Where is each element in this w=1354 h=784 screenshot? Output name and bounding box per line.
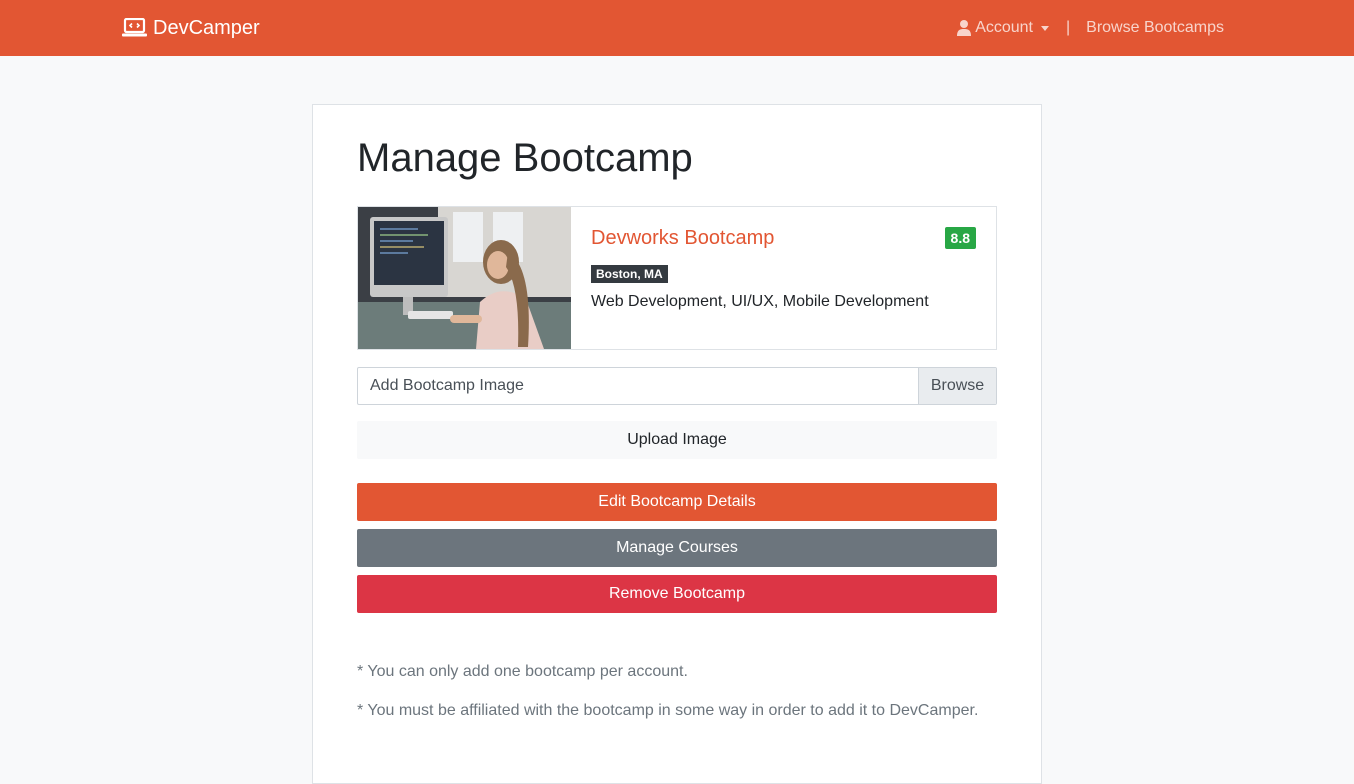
location-badge: Boston, MA	[591, 265, 668, 283]
account-label: Account	[975, 19, 1033, 36]
browse-button[interactable]: Browse	[918, 368, 996, 404]
account-dropdown[interactable]: Account	[957, 19, 1049, 37]
nav-separator: |	[1066, 19, 1071, 36]
bootcamp-image	[358, 207, 571, 349]
manage-card: Manage Bootcamp Devworks Bootcamp 8.8 Bo…	[312, 104, 1042, 784]
rating-badge: 8.8	[944, 227, 976, 249]
nav-right: Account | Browse Bootcamps	[957, 19, 1224, 37]
laptop-code-icon	[122, 18, 147, 37]
caret-down-icon	[1041, 25, 1049, 31]
user-icon	[957, 20, 972, 36]
note-affiliation: * You must be affiliated with the bootca…	[357, 702, 979, 719]
edit-bootcamp-button[interactable]: Edit Bootcamp Details	[357, 483, 997, 521]
bootcamp-title[interactable]: Devworks Bootcamp	[591, 226, 976, 250]
browse-bootcamps-link[interactable]: Browse Bootcamps	[1086, 19, 1224, 37]
remove-bootcamp-button[interactable]: Remove Bootcamp	[357, 575, 997, 613]
navbar: DevCamper Account | Browse Bootcamps	[0, 0, 1354, 56]
bootcamp-card-body: Devworks Bootcamp 8.8 Boston, MA Web Dev…	[571, 207, 996, 349]
upload-image-button[interactable]: Upload Image	[357, 421, 997, 459]
page-title: Manage Bootcamp	[357, 136, 693, 180]
manage-courses-button[interactable]: Manage Courses	[357, 529, 997, 567]
bootcamp-card: Devworks Bootcamp 8.8 Boston, MA Web Dev…	[357, 206, 997, 350]
brand-link[interactable]: DevCamper	[122, 17, 260, 40]
file-input-label[interactable]: Add Bootcamp Image	[358, 368, 918, 404]
brand-name: DevCamper	[153, 16, 260, 39]
bootcamp-photo	[358, 207, 571, 349]
bootcamp-careers: Web Development, UI/UX, Mobile Developme…	[591, 293, 929, 310]
bootcamp-image-file-input[interactable]: Add Bootcamp Image Browse	[357, 367, 997, 405]
note-one-bootcamp: * You can only add one bootcamp per acco…	[357, 663, 688, 680]
